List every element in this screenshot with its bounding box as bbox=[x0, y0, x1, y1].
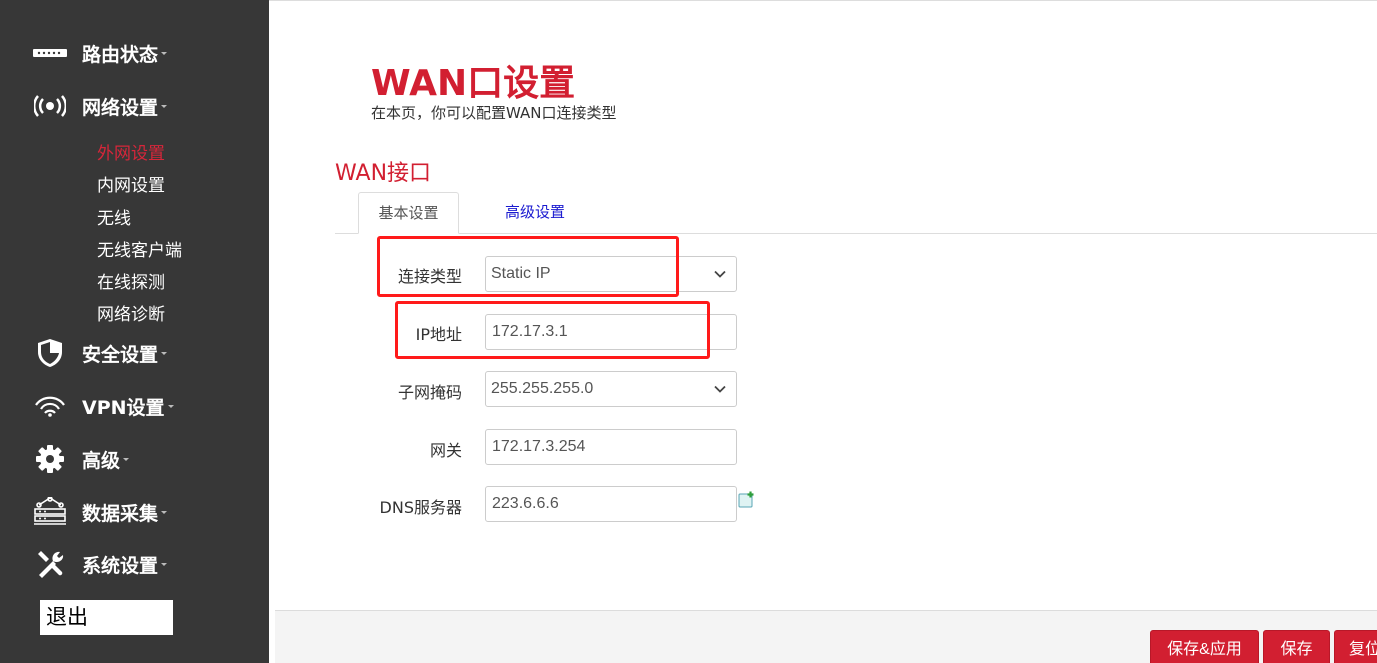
subnet-mask-select[interactable]: 255.255.255.0 bbox=[485, 371, 737, 407]
wireless-signal-icon bbox=[33, 91, 67, 121]
dns-server-input[interactable] bbox=[485, 486, 737, 522]
caret-down-icon bbox=[161, 104, 168, 108]
menu-item-advanced[interactable]: 高级 bbox=[0, 439, 269, 479]
tools-icon bbox=[33, 549, 67, 579]
gateway-label: 网关 bbox=[429, 441, 462, 460]
chevron-down-icon bbox=[714, 270, 726, 278]
ip-address-label: IP地址 bbox=[415, 325, 462, 344]
subnet-mask-label: 子网掩码 bbox=[397, 383, 462, 402]
tab-advanced-settings[interactable]: 高级设置 bbox=[505, 192, 565, 234]
section-title: WAN接口 bbox=[335, 161, 432, 186]
save-button[interactable]: 保存 bbox=[1263, 630, 1330, 663]
caret-down-icon bbox=[161, 351, 168, 355]
dns-server-label: DNS服务器 bbox=[379, 498, 462, 517]
submenu-item-lan-settings[interactable]: 内网设置 bbox=[97, 174, 165, 198]
menu-label-data-collection: 数据采集 bbox=[82, 502, 159, 525]
tabs-divider bbox=[335, 233, 1377, 234]
tab-basic-settings[interactable]: 基本设置 bbox=[358, 192, 459, 234]
sidebar: 路由状态 网络设置 外网设置 内网设置 无线 无线客户端 在线探测 网络诊断 安… bbox=[0, 0, 269, 663]
submenu-item-online-detection[interactable]: 在线探测 bbox=[97, 271, 165, 295]
menu-item-data-collection[interactable]: 数据采集 bbox=[0, 492, 269, 532]
submenu-item-wireless[interactable]: 无线 bbox=[97, 207, 131, 231]
menu-label-system-settings: 系统设置 bbox=[82, 554, 159, 577]
caret-down-icon bbox=[161, 562, 168, 566]
caret-down-icon bbox=[167, 404, 174, 408]
page-description: 在本页，你可以配置WAN口连接类型 bbox=[371, 104, 617, 122]
caret-down-icon bbox=[161, 51, 168, 55]
menu-label-security-settings: 安全设置 bbox=[82, 343, 159, 366]
menu-item-vpn-settings[interactable]: VPN设置 bbox=[0, 386, 269, 426]
connection-type-value: Static IP bbox=[491, 265, 551, 282]
menu-label-network-settings: 网络设置 bbox=[82, 96, 159, 119]
menu-item-security-settings[interactable]: 安全设置 bbox=[0, 333, 269, 373]
subnet-mask-value: 255.255.255.0 bbox=[491, 380, 594, 397]
connection-type-select[interactable]: Static IP bbox=[485, 256, 737, 292]
menu-item-network-settings[interactable]: 网络设置 bbox=[0, 86, 269, 126]
page-title: WAN口设置 bbox=[371, 63, 576, 104]
reset-button[interactable]: 复位 bbox=[1334, 630, 1377, 663]
gear-icon bbox=[33, 444, 67, 474]
shield-icon bbox=[33, 338, 67, 368]
caret-down-icon bbox=[123, 457, 130, 461]
caret-down-icon bbox=[161, 510, 168, 514]
menu-label-vpn-settings: VPN设置 bbox=[82, 396, 165, 419]
submenu-item-wireless-client[interactable]: 无线客户端 bbox=[97, 239, 182, 263]
menu-item-system-settings[interactable]: 系统设置 bbox=[0, 544, 269, 584]
submenu-item-wan-settings[interactable]: 外网设置 bbox=[97, 142, 165, 166]
menu-label-advanced: 高级 bbox=[82, 449, 121, 472]
save-apply-button[interactable]: 保存&应用 bbox=[1150, 630, 1259, 663]
logout-button[interactable]: 退出 bbox=[40, 600, 173, 635]
router-icon bbox=[33, 38, 67, 68]
data-collection-icon bbox=[33, 497, 67, 527]
ip-address-input[interactable] bbox=[485, 314, 737, 350]
submenu-item-network-diagnosis[interactable]: 网络诊断 bbox=[97, 303, 165, 327]
connection-type-label: 连接类型 bbox=[397, 267, 462, 286]
gateway-input[interactable] bbox=[485, 429, 737, 465]
add-dns-icon[interactable] bbox=[738, 491, 755, 508]
menu-item-router-status[interactable]: 路由状态 bbox=[0, 33, 269, 73]
top-divider bbox=[269, 0, 1377, 1]
vpn-signal-icon bbox=[33, 391, 67, 421]
chevron-down-icon bbox=[714, 385, 726, 393]
menu-label-router-status: 路由状态 bbox=[82, 43, 159, 66]
